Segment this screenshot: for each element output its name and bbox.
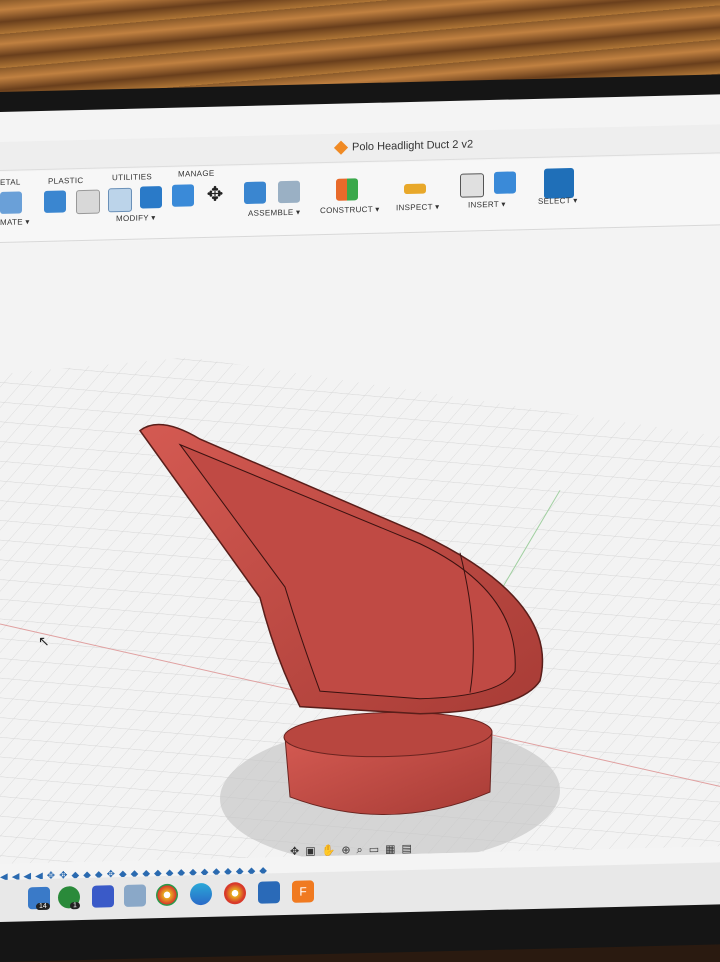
assemble-group-label[interactable]: ASSEMBLE ▾ [248, 208, 300, 218]
combine-icon[interactable] [140, 186, 162, 209]
construct-group-label[interactable]: CONSTRUCT ▾ [320, 205, 380, 215]
navigation-bar: ✥▣✋⊕⌕▭▦▤ [290, 842, 418, 859]
create-group-label[interactable]: MATE ▾ [0, 217, 30, 227]
document-icon [333, 140, 349, 155]
mail-badge: 14 [36, 902, 50, 911]
zoom-icon[interactable]: ⊕ [341, 844, 356, 856]
split-body-icon[interactable] [172, 184, 194, 207]
fit-icon[interactable]: ⌕ [357, 844, 369, 856]
orbit-icon[interactable]: ✥ [290, 846, 305, 858]
tab-manage[interactable]: MANAGE [178, 169, 214, 179]
create-tool-icon[interactable] [0, 191, 22, 214]
insert-derive-icon[interactable] [460, 173, 484, 198]
move-icon[interactable]: ✥ [204, 183, 226, 206]
fusion-app-icon[interactable]: F [292, 880, 314, 903]
tab-utilities[interactable]: UTILITIES [112, 172, 152, 182]
tab-plastic[interactable]: PLASTIC [48, 176, 83, 186]
edge-app-icon[interactable] [190, 882, 212, 906]
fillet-icon[interactable] [76, 189, 100, 215]
tab-sheet-metal[interactable]: ETAL [0, 177, 21, 187]
grid-icon[interactable]: ▦ [385, 843, 401, 855]
viewports-icon[interactable]: ▤ [402, 843, 418, 855]
mouse-cursor-icon: ↖ [38, 632, 50, 650]
modify-group-label[interactable]: MODIFY ▾ [116, 213, 156, 223]
shell-icon[interactable] [108, 187, 132, 213]
new-component-icon[interactable] [244, 181, 266, 205]
arrow-app-icon[interactable] [258, 881, 280, 904]
calculator-app-icon[interactable] [92, 885, 114, 908]
measure-icon[interactable] [404, 183, 426, 195]
monitor-screen: Polo Headlight Duct 2 v2 ETAL PLASTIC UT… [0, 94, 720, 913]
pan-icon[interactable]: ✋ [322, 845, 342, 857]
joint-icon[interactable] [278, 180, 300, 204]
select-icon[interactable] [544, 167, 574, 199]
chrome-app-icon[interactable] [156, 883, 178, 907]
xbox-badge: 1 [70, 902, 80, 910]
insert-group-label[interactable]: INSERT ▾ [468, 200, 506, 210]
inspect-group-label[interactable]: INSPECT ▾ [396, 202, 439, 212]
offset-plane-icon[interactable] [336, 178, 358, 201]
display-settings-icon[interactable]: ▭ [369, 844, 385, 856]
viewport-canvas [0, 357, 720, 865]
chrome-profile-app-icon[interactable] [224, 881, 246, 905]
notes-app-icon[interactable] [124, 884, 146, 907]
insert-image-icon[interactable] [494, 171, 516, 194]
press-pull-icon[interactable] [44, 190, 66, 213]
select-group-label[interactable]: SELECT ▾ [538, 196, 578, 206]
look-at-icon[interactable]: ▣ [305, 845, 321, 857]
3d-viewport[interactable]: ↖ [0, 226, 720, 865]
